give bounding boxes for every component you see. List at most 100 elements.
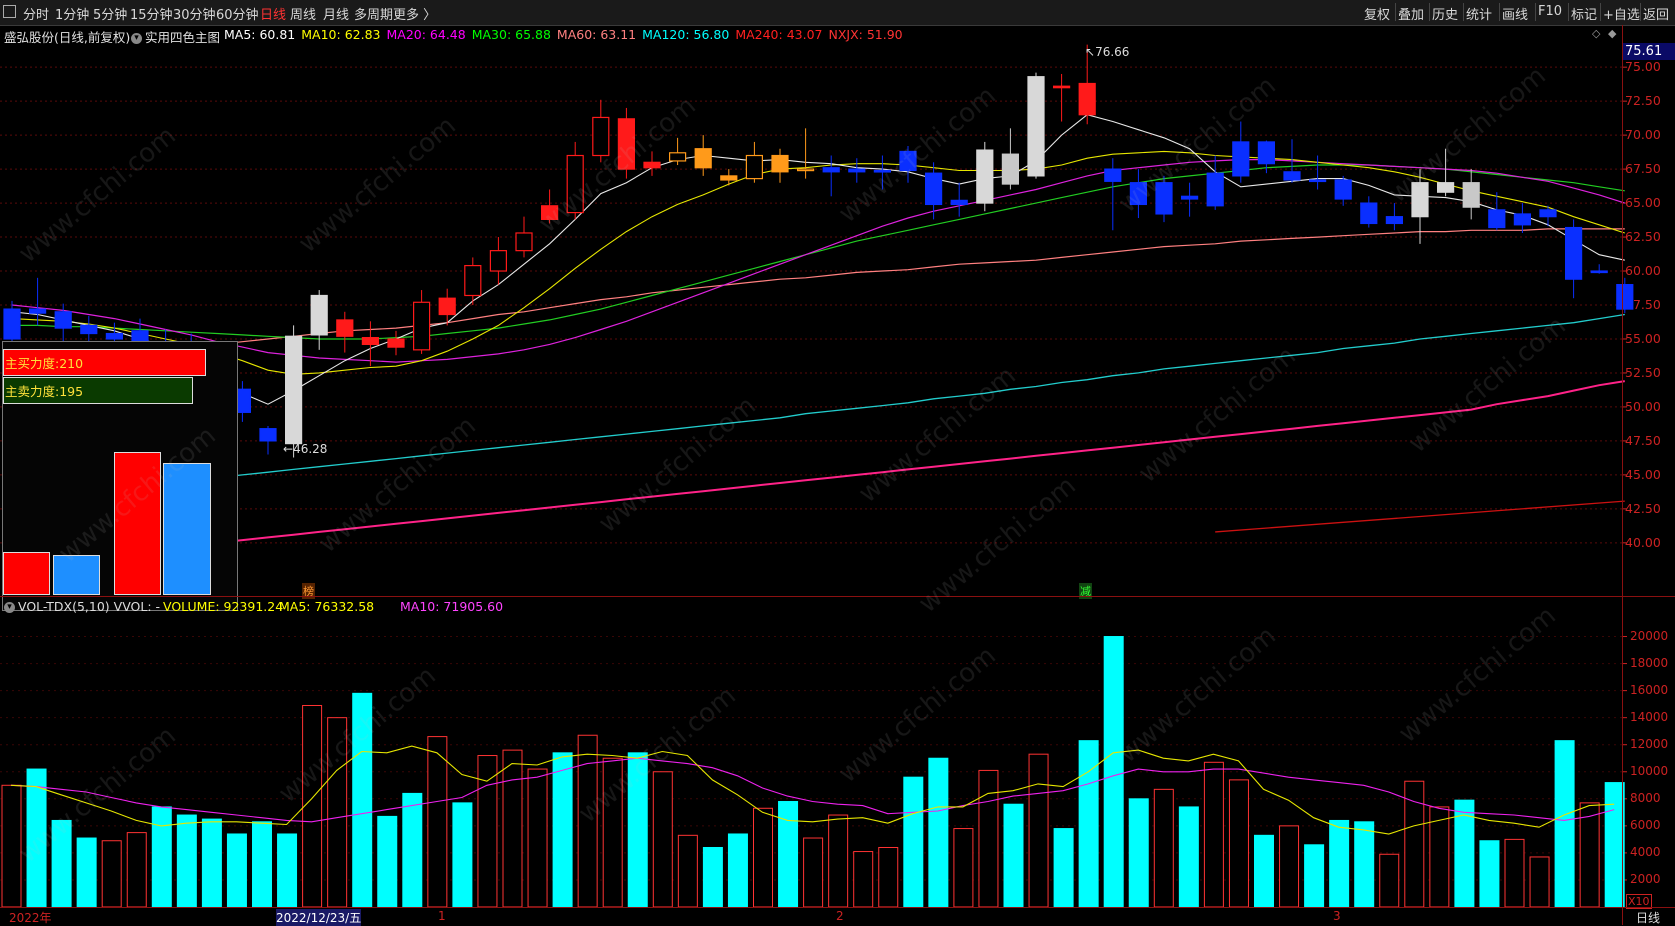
period-tab-9[interactable]: 多周期 xyxy=(354,4,393,23)
candle-body xyxy=(745,154,764,180)
candle xyxy=(1308,155,1327,190)
period-tab-5[interactable]: 60分钟 xyxy=(216,4,259,23)
candle-body xyxy=(361,337,379,346)
volume-bar xyxy=(1404,780,1425,908)
collapse-icon[interactable] xyxy=(3,5,16,18)
volume-bar xyxy=(1329,819,1350,908)
candle xyxy=(924,162,943,220)
candle xyxy=(1513,203,1532,233)
vvol-label: VVOL: - xyxy=(113,599,161,614)
candle-body xyxy=(822,167,840,173)
volume-bar xyxy=(1529,856,1550,908)
volume-tick-3: 14000 xyxy=(1630,709,1669,724)
period-tab-0[interactable]: 分时 xyxy=(23,4,49,23)
volume-bar xyxy=(1554,740,1575,908)
toolbar-button-1[interactable]: 叠加 xyxy=(1398,4,1424,23)
candle-body xyxy=(1308,179,1327,183)
candle xyxy=(1462,169,1480,220)
toolbar-button-7[interactable]: +自选 xyxy=(1603,4,1640,23)
panel-divider xyxy=(0,596,1675,597)
volume-bar xyxy=(377,815,398,908)
candle-body xyxy=(1027,76,1045,177)
candle-body xyxy=(3,308,21,340)
volume-ma5: MA5: 76332.58 xyxy=(279,599,375,614)
toolbar-button-8[interactable]: 返回 xyxy=(1643,4,1669,23)
period-tab-3[interactable]: 15分钟 xyxy=(130,4,173,23)
x-label-feb: 2 xyxy=(836,909,844,923)
volume-bar xyxy=(828,814,849,908)
candle-body xyxy=(1385,216,1404,225)
candle-body xyxy=(1283,171,1301,181)
toolbar-button-5[interactable]: F10 xyxy=(1538,4,1562,19)
x-label-cursor-date: 2022/12/23/五 xyxy=(276,909,362,926)
nxjx-line xyxy=(11,380,1625,566)
period-tab-2[interactable]: 5分钟 xyxy=(93,4,127,23)
volume-bar xyxy=(1178,806,1199,908)
top-toolbar: 分时 1分钟 5分钟 15分钟 30分钟 60分钟 日线 周线 月线 多周期 更多 〉 复权 叠加 历史… xyxy=(0,0,1675,26)
toolbar-button-0[interactable]: 复权 xyxy=(1364,4,1390,23)
toolbar-button-6[interactable]: 标记 xyxy=(1571,4,1597,23)
volume-bar xyxy=(652,771,673,908)
volume-bar xyxy=(1103,636,1124,908)
ma20-line xyxy=(11,159,1625,363)
candle xyxy=(796,128,815,179)
volume-bar xyxy=(176,814,197,908)
candle xyxy=(387,330,405,356)
candle xyxy=(259,425,277,455)
volume-bar xyxy=(953,828,974,908)
volume-tick-4: 12000 xyxy=(1630,736,1669,751)
candle-body xyxy=(592,116,610,157)
x-label-mar: 3 xyxy=(1333,909,1341,923)
candle-body xyxy=(643,161,661,169)
candle-body xyxy=(413,301,431,351)
volume-bar xyxy=(778,801,799,908)
volume-dropdown-icon[interactable]: ▾ xyxy=(4,602,15,613)
volume-tick-6: 8000 xyxy=(1630,790,1661,805)
toolbar-separator xyxy=(1640,3,1641,21)
candle xyxy=(310,290,328,350)
volume-bar xyxy=(1479,840,1500,908)
volume-bar xyxy=(252,821,272,908)
volume-bar xyxy=(727,833,748,908)
buy-sell-force-panel: 主买力度:210 主卖力度:195 xyxy=(2,341,238,611)
candle-body xyxy=(1462,182,1480,208)
candle-body xyxy=(285,335,303,445)
volume-tick-9: 2000 xyxy=(1630,871,1661,886)
candle xyxy=(3,300,21,342)
period-tab-4[interactable]: 30分钟 xyxy=(173,4,216,23)
period-tab-6[interactable]: 日线 xyxy=(260,4,286,23)
candle-body xyxy=(464,264,482,297)
period-tab-7[interactable]: 周线 xyxy=(290,4,316,23)
period-tab-10[interactable]: 更多 〉 xyxy=(393,4,436,23)
candle xyxy=(361,321,379,367)
candle-body xyxy=(1001,153,1020,185)
candle xyxy=(1590,264,1608,274)
volume-ma10-line xyxy=(10,757,1615,823)
period-label[interactable]: 日线 xyxy=(1636,909,1660,926)
toolbar-button-4[interactable]: 画线 xyxy=(1502,4,1528,23)
volume-tick-8: 4000 xyxy=(1630,844,1661,859)
volume-bar xyxy=(1153,788,1174,908)
candle xyxy=(694,135,712,176)
toolbar-button-2[interactable]: 历史 xyxy=(1432,4,1458,23)
volume-indicator-title[interactable]: ▾ VOL-TDX(5,10) VVOL: - xyxy=(4,599,160,614)
candle-body xyxy=(1206,172,1224,207)
candle xyxy=(745,141,764,183)
candle xyxy=(720,169,738,186)
candle-body xyxy=(1104,168,1122,182)
candle xyxy=(848,158,866,183)
volume-bar xyxy=(928,757,949,908)
period-tab-1[interactable]: 1分钟 xyxy=(55,4,89,23)
candle-body xyxy=(259,428,277,442)
toolbar-button-3[interactable]: 统计 xyxy=(1466,4,1492,23)
volume-bar xyxy=(277,833,298,908)
candle-body xyxy=(1564,226,1583,280)
candle xyxy=(515,216,533,258)
candle xyxy=(1052,73,1071,122)
candle-body xyxy=(1257,141,1276,165)
volume-bar xyxy=(677,834,698,908)
period-tab-8[interactable]: 月线 xyxy=(323,4,349,23)
candle-body xyxy=(1360,202,1378,225)
candle-body xyxy=(489,250,507,272)
candle-body xyxy=(1232,141,1250,177)
